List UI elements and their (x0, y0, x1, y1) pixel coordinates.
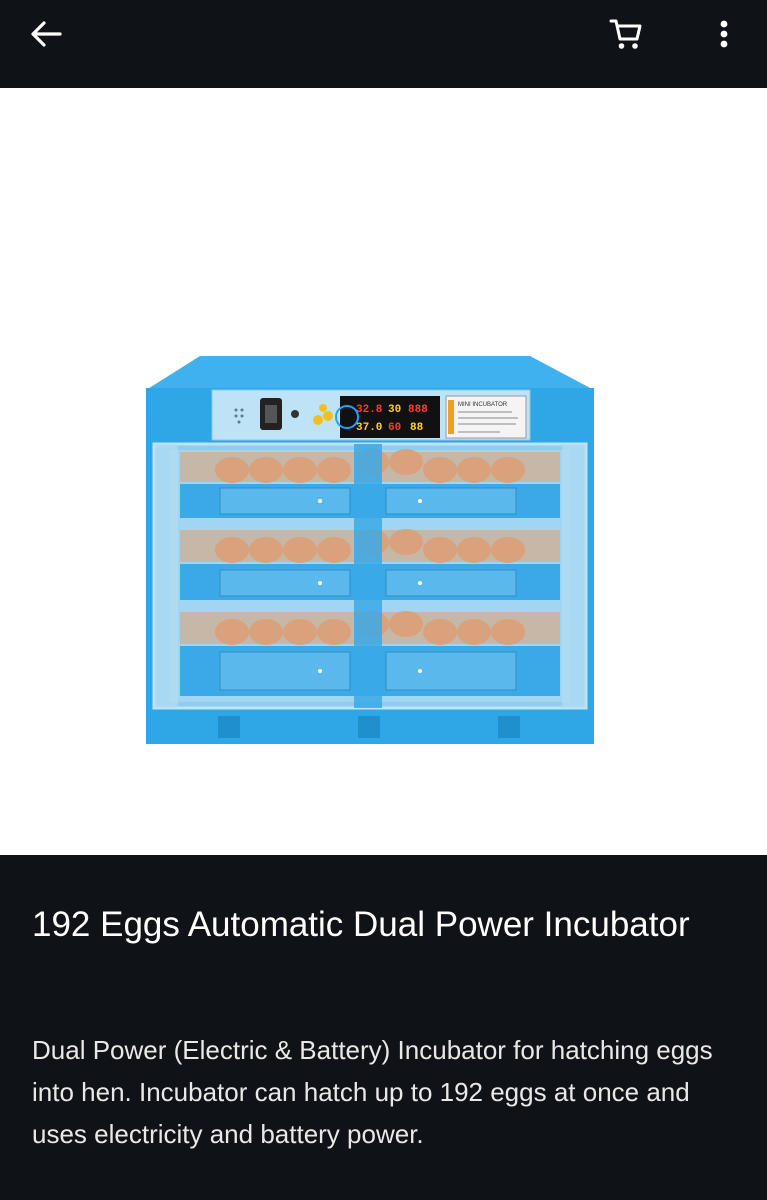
display-temp: 32.8 (356, 404, 383, 416)
app-bar (0, 0, 767, 88)
product-title: 192 Eggs Automatic Dual Power Incubator (32, 905, 690, 944)
more-options-button[interactable] (690, 10, 758, 58)
product-image-area: 32.8 30 888 37.0 60 88 MINI INCUBATOR (0, 88, 767, 855)
back-button[interactable] (12, 10, 80, 58)
display-value-4: 37.0 (356, 422, 382, 434)
shopping-cart-icon (609, 19, 642, 49)
arrow-left-icon (31, 21, 62, 47)
display-value-2: 30 (388, 404, 401, 416)
more-vertical-icon (720, 20, 728, 48)
display-value-5: 60 (388, 422, 401, 434)
product-description: Dual Power (Electric & Battery) Incubato… (32, 1035, 713, 1149)
display-value-6: 88 (410, 422, 424, 434)
incubator-product-image: 32.8 30 888 37.0 60 88 MINI INCUBATOR (146, 356, 594, 744)
cart-button[interactable] (592, 10, 660, 58)
label-heading: MINI INCUBATOR (458, 402, 508, 408)
display-value-3: 888 (408, 404, 428, 416)
product-details: 192 Eggs Automatic Dual Power Incubator … (0, 855, 767, 1200)
